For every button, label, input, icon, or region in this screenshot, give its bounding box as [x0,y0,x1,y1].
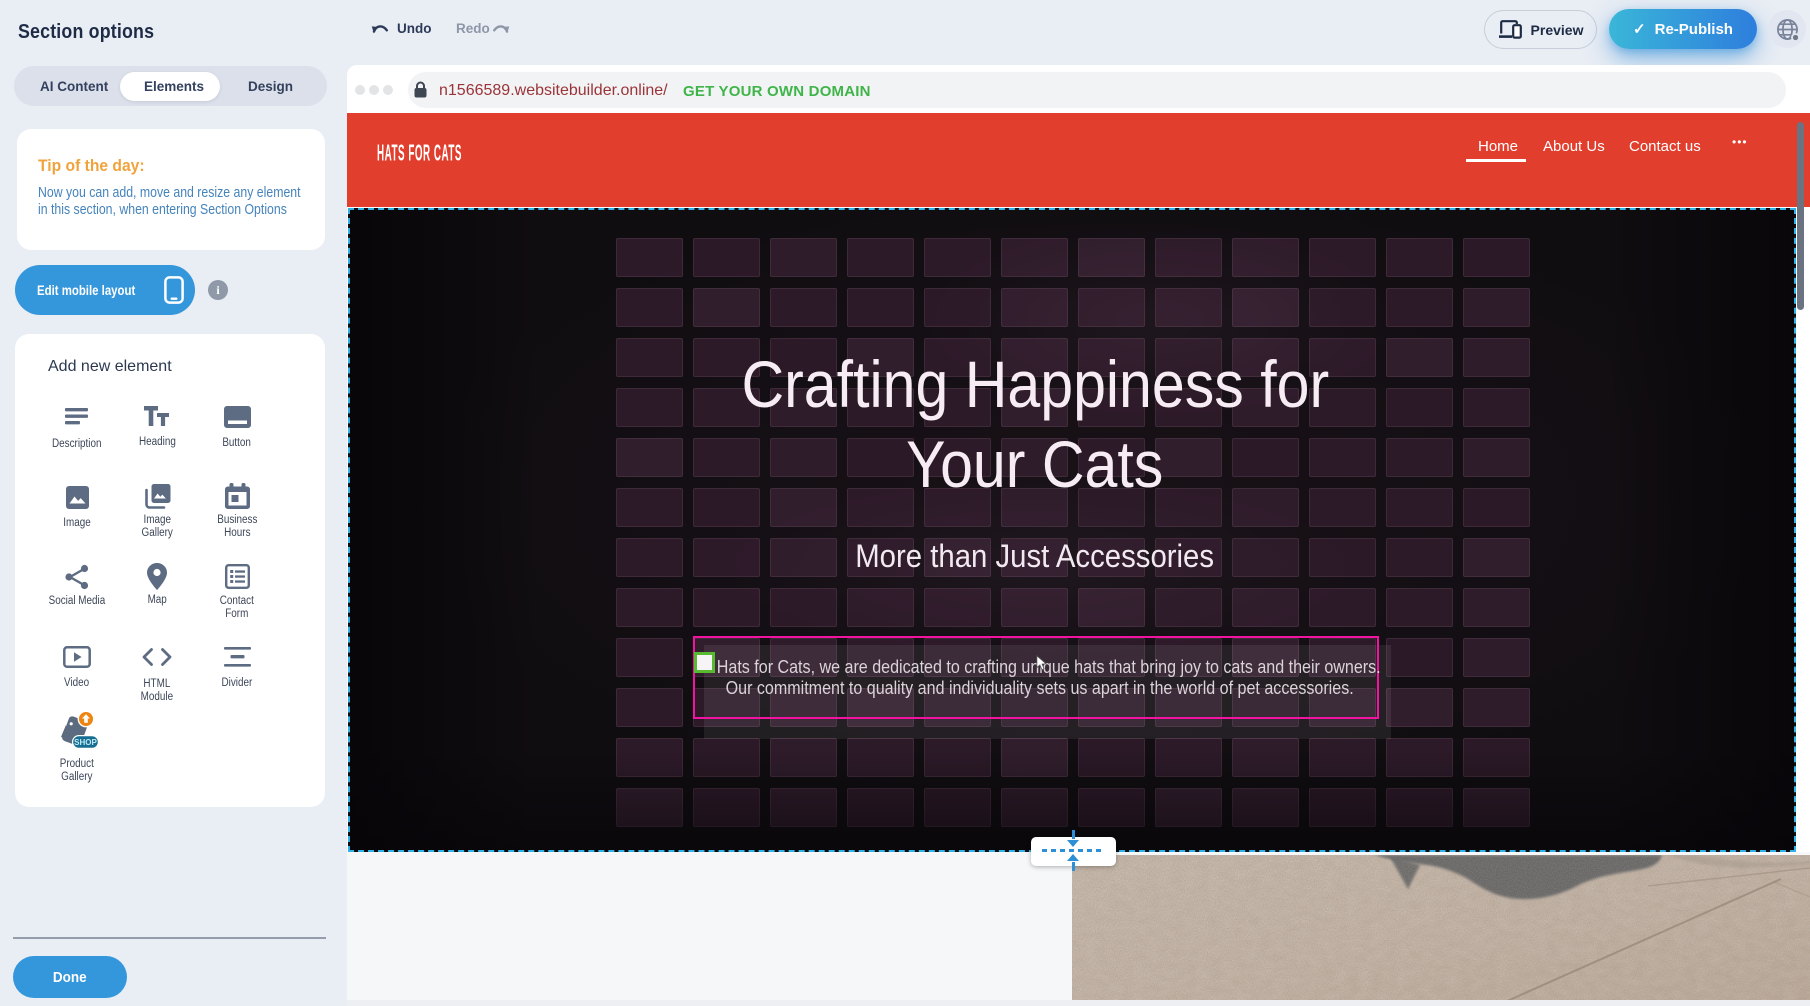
svg-text:SHOP: SHOP [74,738,97,747]
